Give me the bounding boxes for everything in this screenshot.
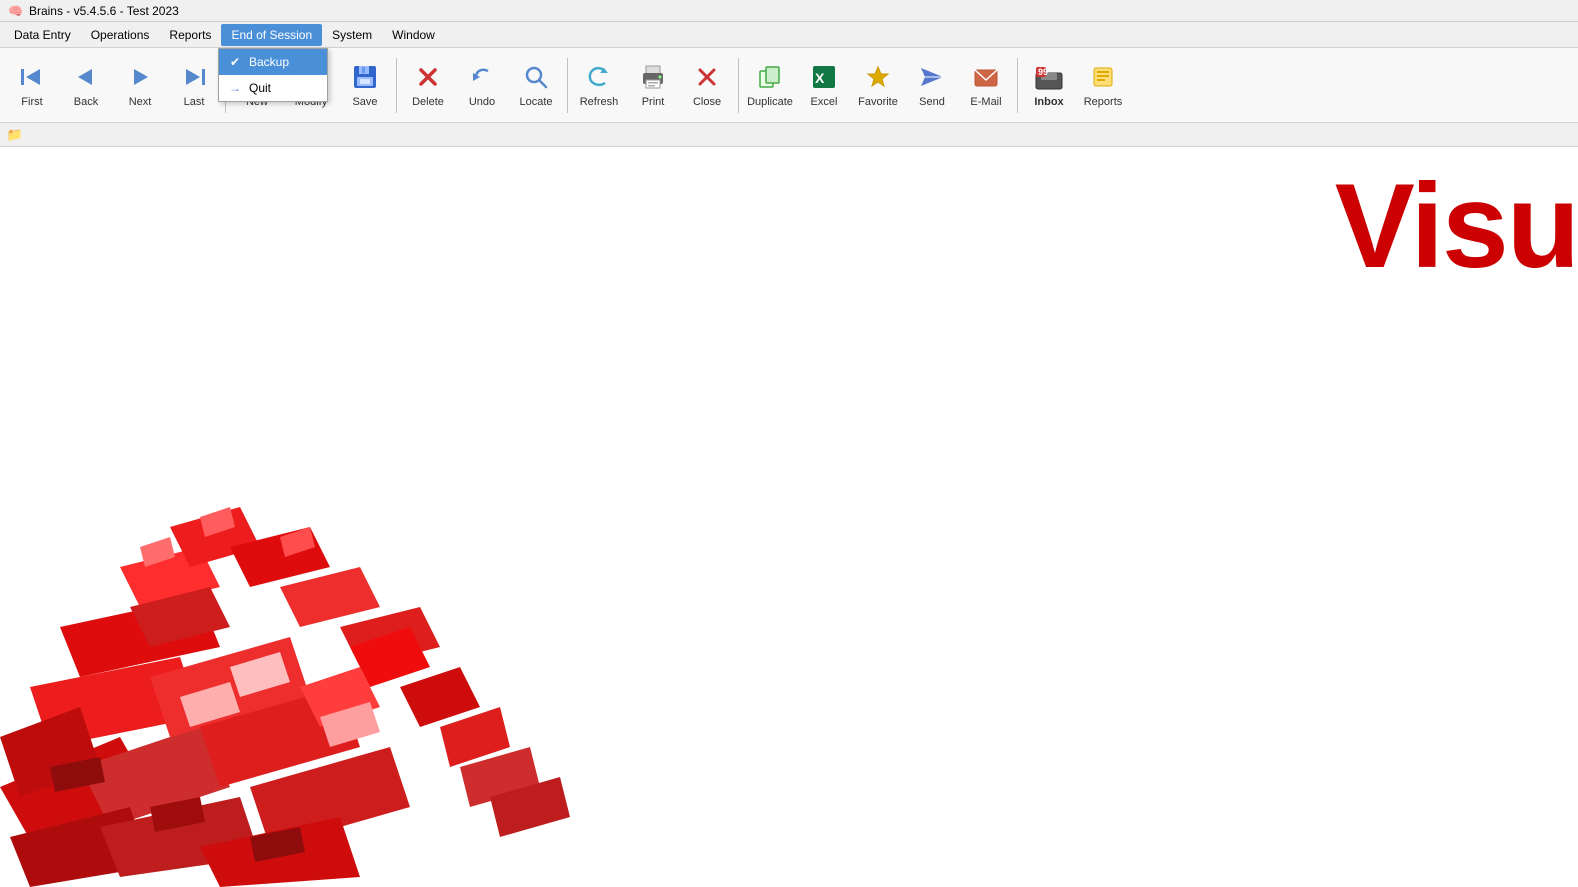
- inbox-label: Inbox: [1034, 96, 1063, 108]
- first-button[interactable]: First: [6, 53, 58, 118]
- print-button[interactable]: Print: [627, 53, 679, 118]
- back-button[interactable]: Back: [60, 53, 112, 118]
- excel-button[interactable]: X Excel: [798, 53, 850, 118]
- inbox-button[interactable]: 99 Inbox: [1023, 53, 1075, 118]
- menu-data-entry[interactable]: Data Entry: [4, 24, 81, 46]
- menu-operations[interactable]: Operations: [81, 24, 160, 46]
- next-button[interactable]: Next: [114, 53, 166, 118]
- last-label: Last: [184, 96, 205, 108]
- app-icon: 🧠: [8, 4, 23, 18]
- duplicate-icon: [754, 61, 786, 93]
- favorite-label: Favorite: [858, 96, 898, 108]
- duplicate-label: Duplicate: [747, 96, 793, 108]
- background-decoration: [0, 387, 600, 887]
- menu-bar: Data Entry Operations Reports End of Ses…: [0, 22, 1578, 48]
- close-icon: [691, 61, 723, 93]
- inbox-icon: 99: [1033, 61, 1065, 93]
- refresh-label: Refresh: [580, 96, 619, 108]
- refresh-button[interactable]: Refresh: [573, 53, 625, 118]
- delete-button[interactable]: Delete: [402, 53, 454, 118]
- quit-arrow-icon: →: [227, 80, 243, 96]
- close-button[interactable]: Close: [681, 53, 733, 118]
- favorite-icon: [862, 61, 894, 93]
- email-icon: [970, 61, 1002, 93]
- main-content: Visu: [0, 147, 1578, 887]
- reports-button[interactable]: Reports: [1077, 53, 1129, 118]
- save-button[interactable]: Save: [339, 53, 391, 118]
- save-icon: [349, 61, 381, 93]
- quick-access-folder-icon[interactable]: 📁: [6, 126, 24, 144]
- separator-3: [567, 58, 568, 113]
- save-label: Save: [352, 96, 377, 108]
- menu-system[interactable]: System: [322, 24, 382, 46]
- menu-reports[interactable]: Reports: [159, 24, 221, 46]
- dropdown-item-backup[interactable]: ✔ Backup: [219, 49, 327, 75]
- svg-text:X: X: [815, 70, 825, 86]
- send-label: Send: [919, 96, 945, 108]
- separator-2: [396, 58, 397, 113]
- send-icon: [916, 61, 948, 93]
- last-icon: [178, 61, 210, 93]
- duplicate-button[interactable]: Duplicate: [744, 53, 796, 118]
- undo-button[interactable]: Undo: [456, 53, 508, 118]
- locate-icon: [520, 61, 552, 93]
- separator-5: [1017, 58, 1018, 113]
- quick-access-bar: 📁: [0, 123, 1578, 147]
- back-icon: [70, 61, 102, 93]
- title-bar: 🧠 Brains - v5.4.5.6 - Test 2023: [0, 0, 1578, 22]
- dropdown-item-quit[interactable]: → Quit: [219, 75, 327, 101]
- separator-4: [738, 58, 739, 113]
- undo-label: Undo: [469, 96, 495, 108]
- favorite-button[interactable]: Favorite: [852, 53, 904, 118]
- svg-text:99: 99: [1038, 67, 1048, 77]
- end-of-session-dropdown: ✔ Backup → Quit: [218, 48, 328, 102]
- excel-label: Excel: [811, 96, 838, 108]
- next-icon: [124, 61, 156, 93]
- next-label: Next: [129, 96, 152, 108]
- close-label: Close: [693, 96, 721, 108]
- undo-icon: [466, 61, 498, 93]
- menu-end-of-session[interactable]: End of Session: [221, 24, 322, 46]
- refresh-icon: [583, 61, 615, 93]
- delete-icon: [412, 61, 444, 93]
- print-label: Print: [642, 96, 665, 108]
- backup-checkmark-icon: ✔: [227, 54, 243, 70]
- print-icon: [637, 61, 669, 93]
- email-label: E-Mail: [970, 96, 1001, 108]
- email-button[interactable]: E-Mail: [960, 53, 1012, 118]
- first-label: First: [21, 96, 42, 108]
- locate-button[interactable]: Locate: [510, 53, 562, 118]
- reports-icon: [1087, 61, 1119, 93]
- first-icon: [16, 61, 48, 93]
- send-button[interactable]: Send: [906, 53, 958, 118]
- delete-label: Delete: [412, 96, 444, 108]
- back-label: Back: [74, 96, 98, 108]
- last-button[interactable]: Last: [168, 53, 220, 118]
- reports-label: Reports: [1084, 96, 1123, 108]
- window-title: Brains - v5.4.5.6 - Test 2023: [29, 4, 179, 18]
- menu-window[interactable]: Window: [382, 24, 445, 46]
- locate-label: Locate: [519, 96, 552, 108]
- visu-brand-text: Visu: [1335, 157, 1578, 295]
- excel-icon: X: [808, 61, 840, 93]
